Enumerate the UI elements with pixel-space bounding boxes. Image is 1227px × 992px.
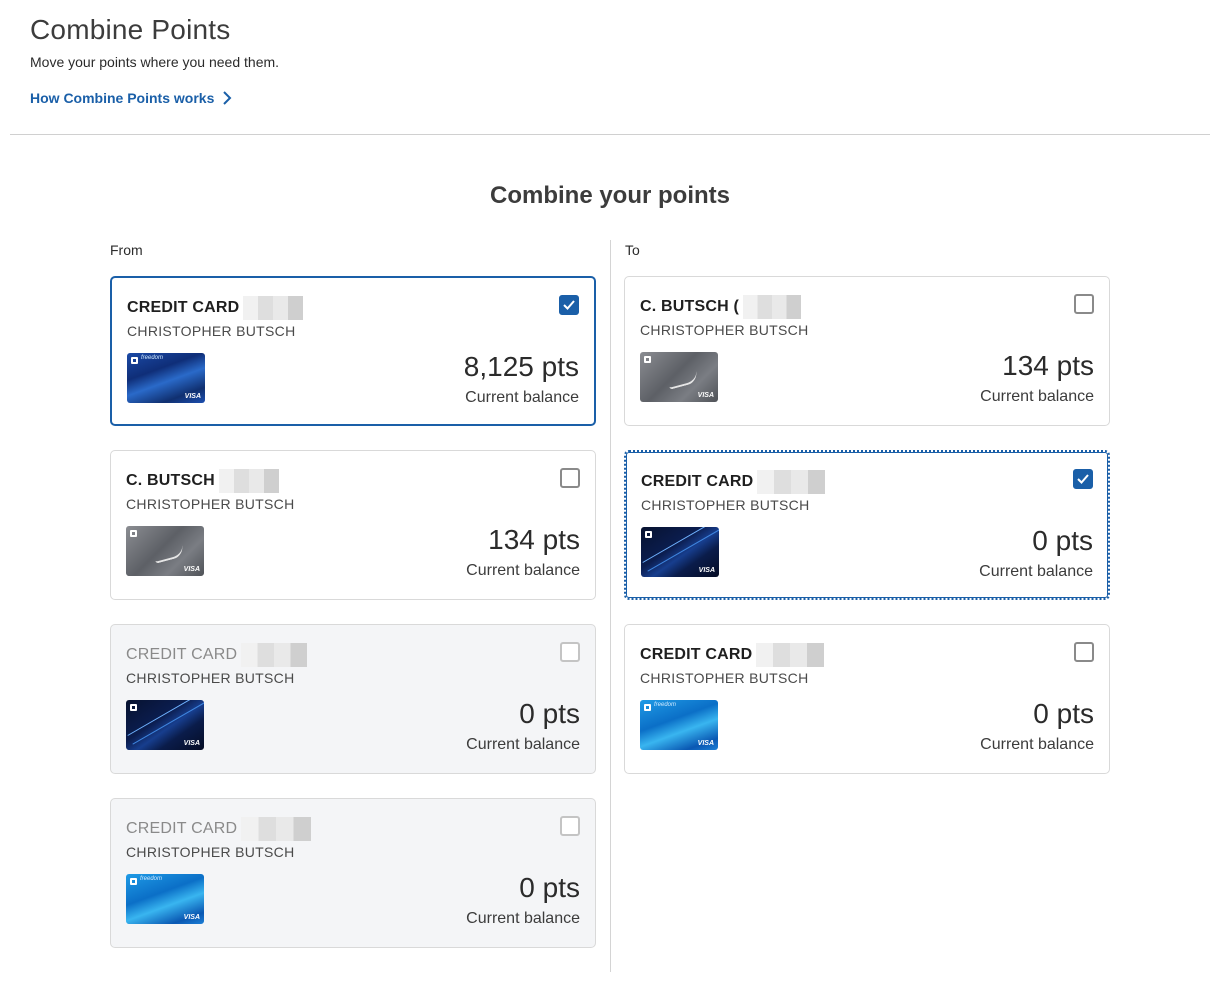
column-divider: [610, 240, 611, 972]
from-column-label: From: [110, 242, 143, 258]
from-card: CREDIT CARD CHRISTOPHER BUTSCH freedom VI…: [110, 798, 596, 948]
card-name: C. BUTSCH (: [640, 295, 802, 319]
redacted-account-number: [218, 469, 279, 493]
balance-label: Current balance: [466, 910, 580, 927]
to-card[interactable]: C. BUTSCH ( CHRISTOPHER BUTSCH VISA 134 …: [624, 276, 1110, 426]
to-card[interactable]: CREDIT CARD CHRISTOPHER BUTSCH freedom VI…: [624, 624, 1110, 774]
points-balance: 8,125 pts: [463, 351, 579, 382]
checkmark-icon: [563, 300, 575, 310]
page-title: Combine Points: [30, 14, 231, 45]
chevron-right-icon: [223, 91, 232, 105]
chase-logo-icon: [130, 530, 137, 537]
points-balance: 0 pts: [519, 872, 580, 903]
card-holder: CHRISTOPHER BUTSCH: [640, 670, 809, 686]
card-name: CREDIT CARD: [127, 296, 304, 320]
redacted-account-number: [757, 470, 826, 494]
card-art-image: freedom VISA: [126, 874, 204, 924]
select-checkbox[interactable]: [1074, 642, 1094, 662]
card-name: CREDIT CARD: [126, 817, 312, 841]
card-name: CREDIT CARD: [640, 643, 825, 667]
redacted-account-number: [743, 295, 802, 319]
balance-label: Current balance: [980, 388, 1094, 405]
balance-label: Current balance: [979, 563, 1093, 580]
balance-label: Current balance: [980, 736, 1094, 753]
chase-logo-icon: [644, 356, 651, 363]
card-name: CREDIT CARD: [641, 470, 826, 494]
how-combine-points-link[interactable]: How Combine Points works: [30, 90, 232, 106]
balance-label: Current balance: [466, 562, 580, 579]
card-art-image: freedom VISA: [640, 700, 718, 750]
select-checkbox[interactable]: [1074, 294, 1094, 314]
redacted-account-number: [756, 643, 825, 667]
chase-logo-icon: [130, 704, 137, 711]
card-art-image: VISA: [126, 700, 204, 750]
card-holder: CHRISTOPHER BUTSCH: [126, 670, 295, 686]
card-brand-text: freedom: [141, 355, 164, 361]
select-checkbox[interactable]: [560, 468, 580, 488]
select-checkbox[interactable]: [1073, 469, 1093, 489]
page-subtitle: Move your points where you need them.: [30, 54, 280, 70]
page-header: Combine Points Move your points where yo…: [30, 12, 279, 108]
card-brand-text: freedom: [654, 702, 677, 708]
redacted-account-number: [243, 296, 304, 320]
chase-logo-icon: [645, 531, 652, 538]
redacted-account-number: [241, 643, 308, 667]
section-title: Combine your points: [490, 182, 730, 209]
visa-logo: VISA: [183, 740, 200, 747]
select-checkbox: [560, 816, 580, 836]
card-art-image: VISA: [126, 526, 204, 576]
checkmark-icon: [1077, 474, 1089, 484]
to-column-label: To: [625, 242, 640, 258]
visa-logo: VISA: [697, 392, 714, 399]
visa-logo: VISA: [183, 566, 200, 573]
card-holder: CHRISTOPHER BUTSCH: [641, 497, 810, 513]
card-art-image: freedom VISA: [127, 353, 205, 403]
from-card[interactable]: C. BUTSCH CHRISTOPHER BUTSCH VISA 134 pt…: [110, 450, 596, 600]
points-balance: 0 pts: [519, 698, 580, 729]
from-card: CREDIT CARD CHRISTOPHER BUTSCH VISA 0 pt…: [110, 624, 596, 774]
visa-logo: VISA: [183, 914, 200, 921]
visa-logo: VISA: [698, 567, 715, 574]
card-holder: CHRISTOPHER BUTSCH: [126, 844, 295, 860]
from-card[interactable]: CREDIT CARD CHRISTOPHER BUTSCH freedom VI…: [110, 276, 596, 426]
points-balance: 0 pts: [1033, 698, 1094, 729]
to-card[interactable]: CREDIT CARD CHRISTOPHER BUTSCH VISA 0 pt…: [624, 450, 1110, 600]
card-name: CREDIT CARD: [126, 643, 308, 667]
card-holder: CHRISTOPHER BUTSCH: [127, 323, 296, 339]
card-holder: CHRISTOPHER BUTSCH: [640, 322, 809, 338]
points-balance: 0 pts: [1032, 525, 1093, 556]
visa-logo: VISA: [184, 393, 201, 400]
card-holder: CHRISTOPHER BUTSCH: [126, 496, 295, 512]
card-art-image: VISA: [640, 352, 718, 402]
redacted-account-number: [241, 817, 312, 841]
card-art-image: VISA: [641, 527, 719, 577]
card-brand-text: freedom: [140, 876, 163, 882]
select-checkbox[interactable]: [559, 295, 579, 315]
select-checkbox: [560, 642, 580, 662]
balance-label: Current balance: [465, 389, 579, 406]
how-link-label: How Combine Points works: [30, 90, 215, 106]
chase-logo-icon: [644, 704, 651, 711]
points-balance: 134 pts: [1002, 350, 1094, 381]
chase-logo-icon: [130, 878, 137, 885]
points-balance: 134 pts: [488, 524, 580, 555]
header-divider: [10, 134, 1210, 135]
visa-logo: VISA: [697, 740, 714, 747]
chase-logo-icon: [131, 357, 138, 364]
balance-label: Current balance: [466, 736, 580, 753]
card-name: C. BUTSCH: [126, 469, 279, 493]
